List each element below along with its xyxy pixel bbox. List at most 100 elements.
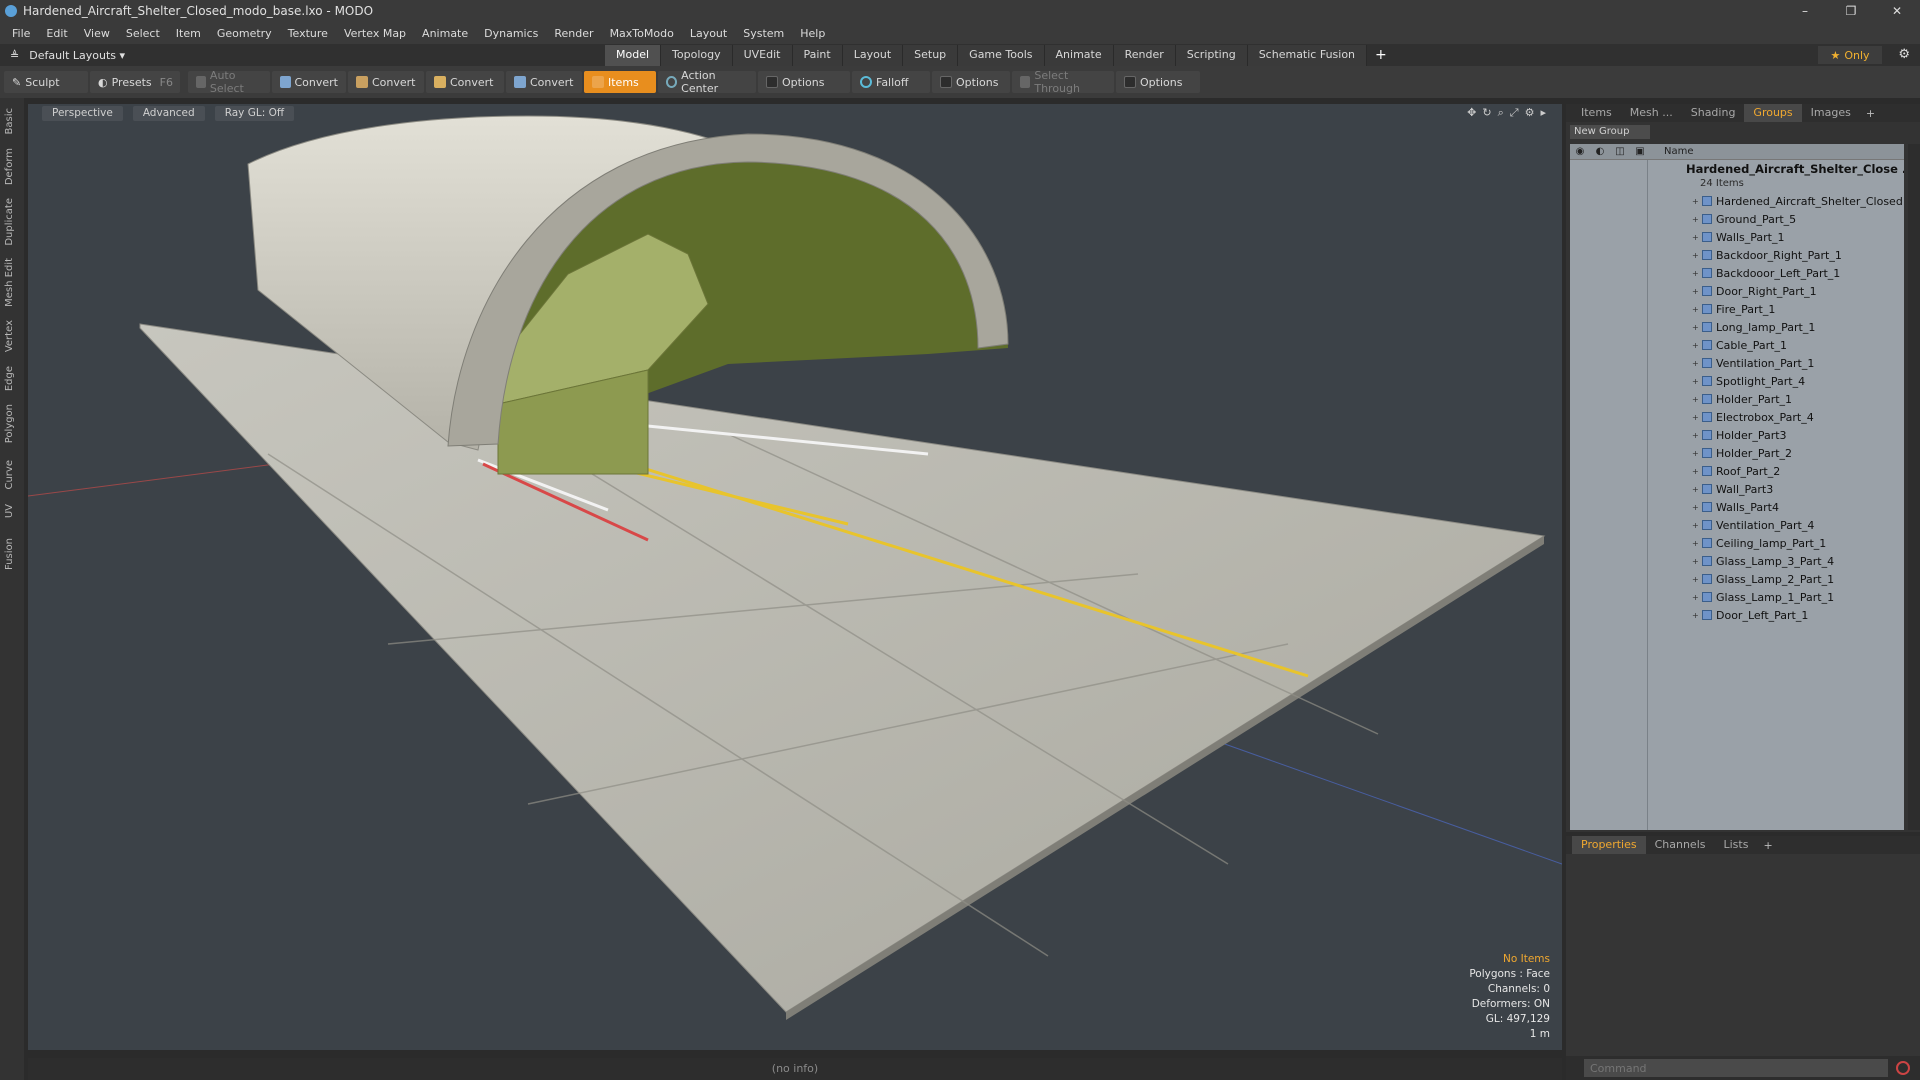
menu-render[interactable]: Render <box>546 27 601 40</box>
tab-layout[interactable]: Layout <box>842 45 904 66</box>
expand-icon[interactable]: + <box>1692 485 1702 494</box>
minimize-button[interactable]: – <box>1782 0 1828 22</box>
auto-select-button[interactable]: Auto Select <box>188 69 270 95</box>
viewport-arrow-icon[interactable]: ▸ <box>1540 106 1546 120</box>
tab-properties[interactable]: Properties <box>1572 836 1646 854</box>
eye-icon[interactable]: ◉ <box>1570 146 1590 157</box>
expand-icon[interactable]: + <box>1692 269 1702 278</box>
expand-icon[interactable]: + <box>1692 251 1702 260</box>
only-button[interactable]: ★ Only <box>1818 46 1882 64</box>
vtab-polygon[interactable]: Polygon <box>4 404 20 443</box>
tab-render[interactable]: Render <box>1113 45 1176 66</box>
falloff-button[interactable]: Falloff <box>852 71 930 93</box>
convert-button-3[interactable]: Convert <box>426 71 504 93</box>
tab-schematic-fusion[interactable]: Schematic Fusion <box>1247 45 1368 66</box>
menu-geometry[interactable]: Geometry <box>209 27 280 40</box>
expand-icon[interactable]: + <box>1692 395 1702 404</box>
restore-button[interactable]: ❐ <box>1828 0 1874 22</box>
expand-icon[interactable]: + <box>1692 611 1702 620</box>
menu-help[interactable]: Help <box>792 27 833 40</box>
expand-icon[interactable]: + <box>1692 575 1702 584</box>
vtab-uv[interactable]: UV <box>4 504 20 518</box>
convert-button-1[interactable]: Convert <box>272 71 346 93</box>
render-icon[interactable]: ◐ <box>1590 146 1610 157</box>
advanced-button[interactable]: Advanced <box>132 105 205 121</box>
expand-icon[interactable]: + <box>1692 287 1702 296</box>
expand-icon[interactable]: + <box>1692 413 1702 422</box>
viewport-gear-icon[interactable]: ⚙ <box>1525 106 1535 120</box>
menu-edit[interactable]: Edit <box>38 27 75 40</box>
add-tab-icon[interactable]: + <box>1367 44 1395 66</box>
menu-dynamics[interactable]: Dynamics <box>476 27 546 40</box>
vtab-vertex[interactable]: Vertex <box>4 320 20 352</box>
options-button-1[interactable]: Options <box>758 71 850 93</box>
sculpt-button[interactable]: ✎ Sculpt <box>4 71 88 93</box>
expand-icon[interactable]: + <box>1692 377 1702 386</box>
layout-selector[interactable]: ≜ Default Layouts ▾ <box>0 49 150 62</box>
add-tab-icon[interactable]: + <box>1757 839 1778 852</box>
tab-setup[interactable]: Setup <box>903 45 959 66</box>
menu-layout[interactable]: Layout <box>682 27 735 40</box>
select-through-button[interactable]: Select Through <box>1012 69 1114 95</box>
perspective-button[interactable]: Perspective <box>42 105 123 121</box>
tab-animate[interactable]: Animate <box>1044 45 1114 66</box>
menu-view[interactable]: View <box>76 27 118 40</box>
expand-icon[interactable]: + <box>1692 197 1702 206</box>
gear-icon[interactable]: ⚙ <box>1898 47 1910 62</box>
lock-icon[interactable]: ◫ <box>1610 146 1630 157</box>
menu-system[interactable]: System <box>735 27 792 40</box>
options-button-3[interactable]: Options <box>1116 71 1200 93</box>
tab-shading[interactable]: Shading <box>1682 104 1745 122</box>
raygl-button[interactable]: Ray GL: Off <box>214 105 295 121</box>
tab-model[interactable]: Model <box>605 45 662 66</box>
expand-icon[interactable]: + <box>1692 359 1702 368</box>
tab-scripting[interactable]: Scripting <box>1175 45 1248 66</box>
tab-items[interactable]: Items <box>1572 104 1621 122</box>
menu-file[interactable]: File <box>4 27 38 40</box>
3d-viewport[interactable]: Perspective Advanced Ray GL: Off ✥ ↻ ⌕ ⤢… <box>28 104 1562 1050</box>
pan-icon[interactable]: ✥ <box>1467 106 1476 120</box>
tab-images[interactable]: Images <box>1802 104 1860 122</box>
maximize-icon[interactable]: ⤢ <box>1510 106 1519 120</box>
vtab-deform[interactable]: Deform <box>4 148 20 185</box>
tab-channels[interactable]: Channels <box>1646 836 1715 854</box>
zoom-icon[interactable]: ⌕ <box>1498 106 1504 120</box>
expand-icon[interactable]: + <box>1692 449 1702 458</box>
expand-icon[interactable]: + <box>1692 341 1702 350</box>
add-tab-icon[interactable]: + <box>1860 107 1881 120</box>
action-center-button[interactable]: Action Center <box>658 69 756 95</box>
tab-topology[interactable]: Topology <box>661 45 733 66</box>
expand-icon[interactable]: + <box>1692 539 1702 548</box>
tab-lists[interactable]: Lists <box>1715 836 1758 854</box>
vtab-curve[interactable]: Curve <box>4 460 20 490</box>
convert-button-2[interactable]: Convert <box>348 71 424 93</box>
expand-icon[interactable]: + <box>1692 503 1702 512</box>
options-button-2[interactable]: Options <box>932 71 1010 93</box>
menu-item[interactable]: Item <box>168 27 209 40</box>
items-mode-button[interactable]: Items <box>584 71 656 93</box>
new-group-button[interactable]: New Group <box>1570 125 1650 139</box>
menu-maxtomodo[interactable]: MaxToModo <box>602 27 682 40</box>
tab-paint[interactable]: Paint <box>792 45 843 66</box>
presets-button[interactable]: ◐ Presets F6 <box>90 71 180 93</box>
tab-uvedit[interactable]: UVEdit <box>732 45 793 66</box>
record-icon[interactable] <box>1896 1061 1910 1075</box>
menu-select[interactable]: Select <box>118 27 168 40</box>
command-input[interactable] <box>1584 1059 1888 1077</box>
close-button[interactable]: ✕ <box>1874 0 1920 22</box>
expand-icon[interactable]: ≜ <box>10 49 19 62</box>
expand-icon[interactable]: + <box>1692 467 1702 476</box>
menu-animate[interactable]: Animate <box>414 27 476 40</box>
menu-vertex-map[interactable]: Vertex Map <box>336 27 414 40</box>
vtab-edge[interactable]: Edge <box>4 366 20 391</box>
groups-scrollbar[interactable] <box>1908 144 1920 830</box>
tab-groups[interactable]: Groups <box>1744 104 1802 122</box>
rotate-icon[interactable]: ↻ <box>1482 106 1491 120</box>
expand-icon[interactable]: + <box>1692 233 1702 242</box>
vtab-basic[interactable]: Basic <box>4 108 20 134</box>
expand-icon[interactable]: + <box>1692 215 1702 224</box>
expand-icon[interactable]: + <box>1692 431 1702 440</box>
vtab-fusion[interactable]: Fusion <box>4 538 20 570</box>
expand-icon[interactable]: + <box>1692 305 1702 314</box>
tab-game-tools[interactable]: Game Tools <box>958 45 1045 66</box>
